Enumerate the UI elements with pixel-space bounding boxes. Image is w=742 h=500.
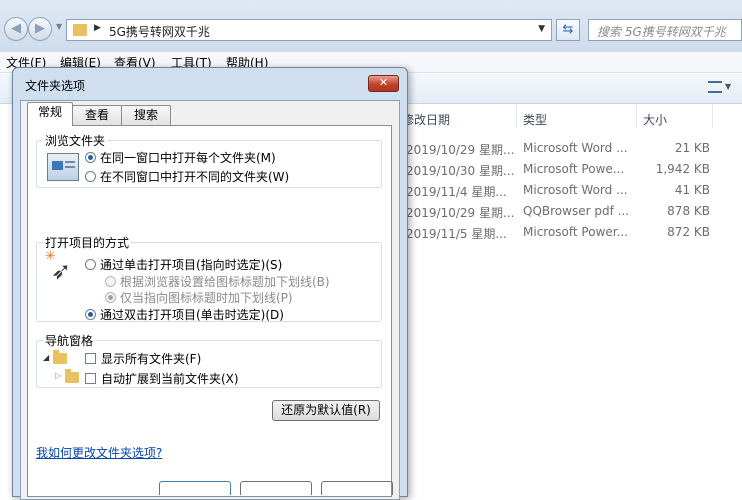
refresh-icon[interactable]: ⇆ xyxy=(556,19,580,41)
option-label: 显示所有文件夹(F) xyxy=(101,352,202,366)
checkbox-show-all-folders[interactable]: 显示所有文件夹(F) xyxy=(85,350,201,367)
group-click-items: 打开项目的方式 ✳ ➶ 通过单击打开项目(指向时选定)(S) 根据浏览器设置给图标… xyxy=(36,234,382,323)
address-dropdown-icon[interactable]: ▼ xyxy=(538,24,545,34)
file-size: 878 KB xyxy=(667,204,710,218)
file-date: 2019/11/5 星期... xyxy=(406,227,507,241)
option-label: 自动扩展到当前文件夹(X) xyxy=(101,372,239,386)
radio-disabled-selected-icon xyxy=(105,292,116,303)
address-path[interactable]: 5G携号转网双千兆 xyxy=(109,23,210,40)
file-type: Microsoft Power... xyxy=(523,225,629,239)
group-title: 导航窗格 xyxy=(43,332,96,349)
option-label: 通过单击打开项目(指向时选定)(S) xyxy=(100,258,283,272)
option-label: 仅当指向图标标题时加下划线(P) xyxy=(120,291,293,305)
folder-icon xyxy=(65,369,79,383)
forward-arrow-icon[interactable]: ▶ xyxy=(28,17,52,41)
group-title: 浏览文件夹 xyxy=(43,132,108,149)
dialog-title: 文件夹选项 xyxy=(25,79,86,93)
single-window-illustration-icon xyxy=(47,153,79,181)
group-title: 打开项目的方式 xyxy=(43,234,132,251)
file-date: 2019/10/29 星期... xyxy=(406,143,515,157)
option-label: 根据浏览器设置给图标标题加下划线(B) xyxy=(120,275,330,289)
radio-icon[interactable] xyxy=(85,259,96,270)
checkbox-icon[interactable] xyxy=(85,353,96,364)
option-label: 通过双击打开项目(单击时选定)(D) xyxy=(100,308,284,322)
tab-view[interactable]: 查看 xyxy=(72,105,122,125)
file-size: 21 KB xyxy=(674,141,710,155)
search-input[interactable]: 搜索 5G携号转网双千兆 xyxy=(588,19,742,41)
file-date: 2019/10/29 星期... xyxy=(406,206,515,220)
view-options-icon[interactable] xyxy=(708,81,722,93)
radio-underline-browser: 根据浏览器设置给图标标题加下划线(B) xyxy=(105,273,330,290)
radio-single-click[interactable]: 通过单击打开项目(指向时选定)(S) xyxy=(85,256,282,273)
pointer-click-illustration-icon: ✳ ➶ xyxy=(45,249,72,285)
radio-underline-point: 仅当指向图标标题时加下划线(P) xyxy=(105,289,293,306)
tab-page-general: 浏览文件夹 在同一窗口中打开每个文件夹(M) 在不同窗口中打开不同的文件夹(W)… xyxy=(27,125,392,497)
group-browse-folders: 浏览文件夹 在同一窗口中打开每个文件夹(M) 在不同窗口中打开不同的文件夹(W) xyxy=(36,132,382,188)
file-row[interactable]: 2019/11/4 星期... Microsoft Word ... 41 KB xyxy=(406,180,742,201)
checkbox-auto-expand[interactable]: 自动扩展到当前文件夹(X) xyxy=(85,370,239,387)
column-header-type[interactable]: 类型 xyxy=(523,111,547,128)
file-size: 41 KB xyxy=(674,183,710,197)
group-navigation-pane: 导航窗格 ◢ ▷ 显示所有文件夹(F) 自动扩展到当前文件夹(X) xyxy=(36,332,382,388)
column-divider[interactable] xyxy=(516,104,517,128)
file-row[interactable]: 2019/10/30 星期... Microsoft Powe... 1,942… xyxy=(406,159,742,180)
folder-icon xyxy=(73,24,87,36)
option-label: 在同一窗口中打开每个文件夹(M) xyxy=(100,151,276,165)
file-row[interactable]: 2019/10/29 星期... QQBrowser pdf ... 878 K… xyxy=(406,201,742,222)
radio-double-click[interactable]: 通过双击打开项目(单击时选定)(D) xyxy=(85,306,284,323)
checkbox-icon[interactable] xyxy=(85,373,96,384)
breadcrumb-arrow-icon[interactable]: ▶ xyxy=(94,23,101,33)
tab-general[interactable]: 常规 xyxy=(27,102,73,126)
file-type: Microsoft Word ... xyxy=(523,141,628,155)
file-row[interactable]: 2019/10/29 星期... Microsoft Word ... 21 K… xyxy=(406,138,742,159)
view-options-chevron-icon[interactable]: ▼ xyxy=(725,82,731,91)
option-label: 在不同窗口中打开不同的文件夹(W) xyxy=(100,170,290,184)
file-row[interactable]: 2019/11/5 星期... Microsoft Power... 872 K… xyxy=(406,222,742,243)
column-header-size[interactable]: 大小 xyxy=(643,111,667,128)
back-arrow-icon[interactable]: ◀ xyxy=(4,17,28,41)
radio-selected-icon[interactable] xyxy=(85,152,96,163)
file-type: Microsoft Powe... xyxy=(523,162,625,176)
radio-disabled-icon xyxy=(105,276,116,287)
expanded-triangle-icon: ◢ xyxy=(43,353,50,362)
restore-defaults-button[interactable]: 还原为默认值(R) xyxy=(272,400,380,421)
radio-same-window[interactable]: 在同一窗口中打开每个文件夹(M) xyxy=(85,149,276,166)
recent-pages-chevron-icon[interactable]: ▼ xyxy=(56,22,62,31)
help-link[interactable]: 我如何更改文件夹选项? xyxy=(36,444,162,461)
apply-button[interactable] xyxy=(321,481,393,495)
folder-icon xyxy=(53,350,67,364)
radio-new-window[interactable]: 在不同窗口中打开不同的文件夹(W) xyxy=(85,168,289,185)
dialog-body: 常规 查看 搜索 浏览文件夹 在同一窗口中打开每个文件夹(M) 在不同窗口中打开… xyxy=(20,100,400,500)
tab-search[interactable]: 搜索 xyxy=(121,105,171,125)
collapsed-triangle-icon: ▷ xyxy=(55,371,62,380)
address-bar-area: ◀ ▶ ▼ ▶ 5G携号转网双千兆 ▼ ⇆ 搜索 5G携号转网双千兆 xyxy=(0,0,742,52)
column-header-modified[interactable]: 修改日期 xyxy=(402,111,450,128)
radio-icon[interactable] xyxy=(85,171,96,182)
file-size: 872 KB xyxy=(667,225,710,239)
column-divider[interactable] xyxy=(712,104,713,128)
file-date: 2019/10/30 星期... xyxy=(406,164,515,178)
file-type: Microsoft Word ... xyxy=(523,183,628,197)
column-divider[interactable] xyxy=(636,104,637,128)
folder-options-dialog: 文件夹选项 ✕ 常规 查看 搜索 浏览文件夹 在同一窗口中打开每个文件夹(M) … xyxy=(12,67,408,500)
file-date: 2019/11/4 星期... xyxy=(406,185,507,199)
cancel-button[interactable] xyxy=(240,481,312,495)
file-size: 1,942 KB xyxy=(655,162,710,176)
address-field[interactable]: ▶ 5G携号转网双千兆 ▼ xyxy=(66,19,552,41)
close-icon[interactable]: ✕ xyxy=(368,75,399,92)
ok-button[interactable] xyxy=(159,481,231,495)
radio-selected-icon[interactable] xyxy=(85,309,96,320)
file-type: QQBrowser pdf ... xyxy=(523,204,630,218)
